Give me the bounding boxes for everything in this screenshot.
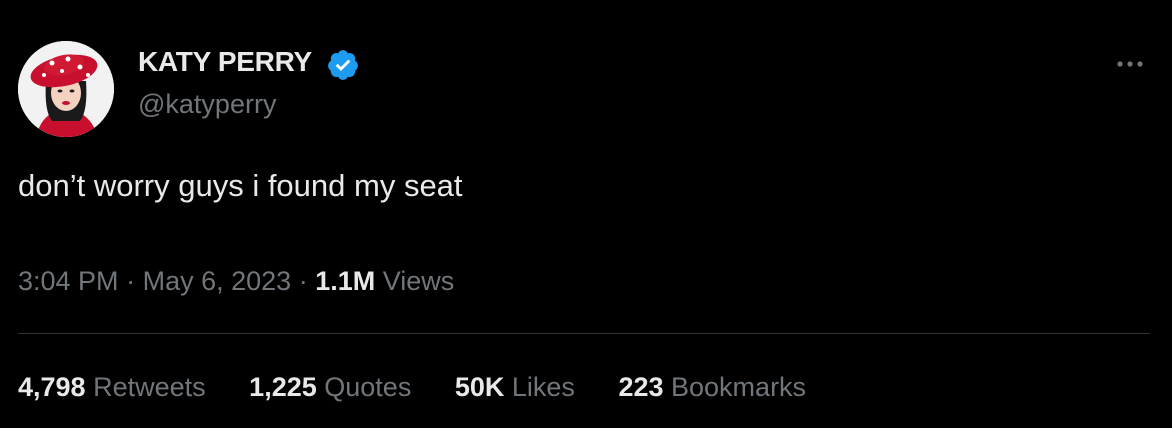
divider	[18, 333, 1150, 334]
engagement-stats: 4,798 Retweets 1,225 Quotes 50K Likes 22…	[18, 372, 842, 403]
stat-count: 4,798	[18, 372, 86, 402]
tweet-text: don’t worry guys i found my seat	[18, 168, 463, 203]
user-handle[interactable]: @katyperry	[138, 89, 276, 120]
avatar-image	[18, 41, 114, 137]
stat-label: Retweets	[93, 372, 206, 402]
tweet-time[interactable]: 3:04 PM	[18, 266, 119, 296]
meta-separator: ·	[126, 266, 136, 296]
meta-separator: ·	[298, 266, 308, 296]
stat-label: Bookmarks	[671, 372, 807, 402]
views-count: 1.1M	[315, 266, 376, 296]
stat-count: 1,225	[249, 372, 317, 402]
stat-retweets[interactable]: 4,798 Retweets	[18, 372, 206, 403]
display-name[interactable]: KATY PERRY	[138, 46, 312, 78]
stat-label: Quotes	[324, 372, 412, 402]
stat-label: Likes	[511, 372, 575, 402]
tweet-card: KATY PERRY @katyperry don’t worry guys i…	[0, 0, 1172, 428]
avatar[interactable]	[18, 41, 114, 137]
stat-quotes[interactable]: 1,225 Quotes	[249, 372, 411, 403]
stat-likes[interactable]: 50K Likes	[455, 372, 575, 403]
more-horizontal-icon[interactable]	[1110, 50, 1154, 78]
tweet-date[interactable]: May 6, 2023	[143, 266, 292, 296]
stat-count: 50K	[454, 372, 505, 402]
stat-count: 223	[618, 372, 664, 402]
tweet-meta: 3:04 PM · May 6, 2023 · 1.1M Views	[18, 266, 454, 297]
views-label: Views	[382, 266, 455, 296]
verified-badge-icon	[328, 50, 358, 80]
stat-bookmarks[interactable]: 223 Bookmarks	[618, 372, 806, 403]
